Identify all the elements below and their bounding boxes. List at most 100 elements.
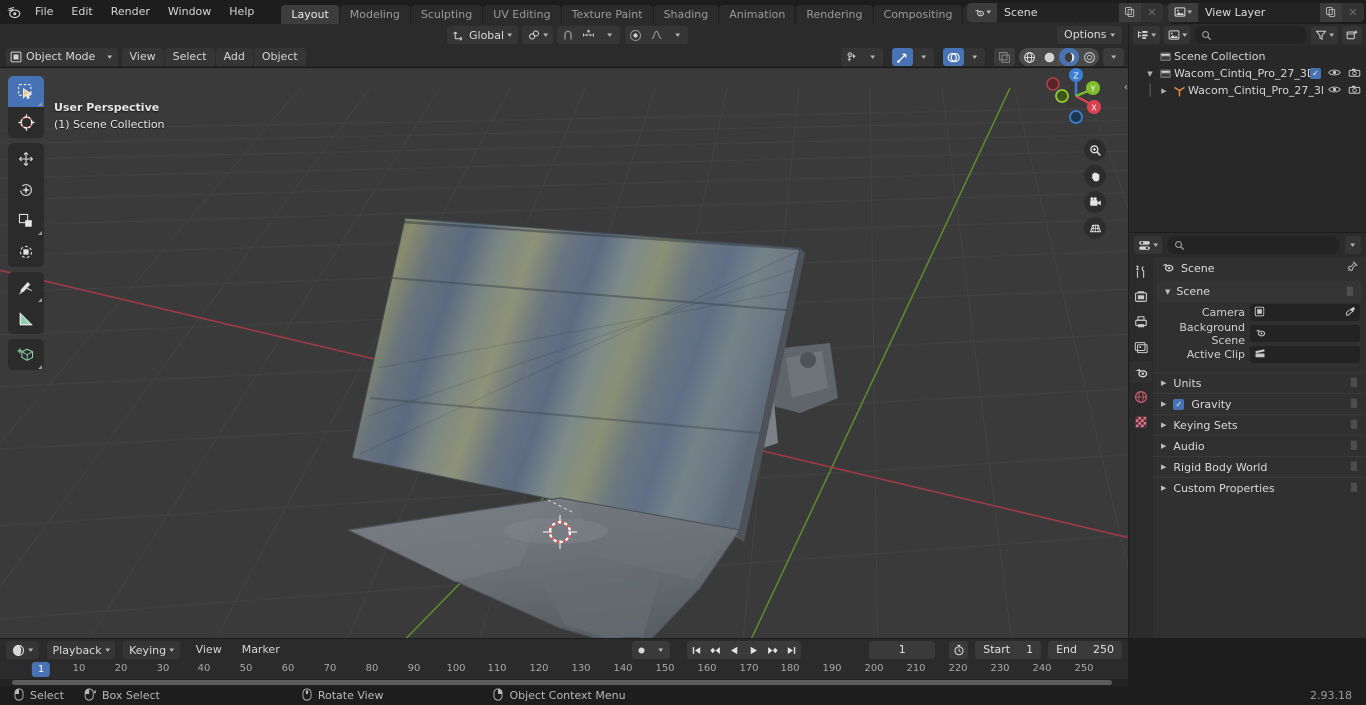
jump-prev-keyframe-icon[interactable] xyxy=(706,641,725,659)
zoom-icon[interactable] xyxy=(1084,139,1106,161)
workspace-tab-uv-editing[interactable]: UV Editing xyxy=(483,5,561,24)
falloff-dropdown[interactable]: ▾ xyxy=(667,26,688,44)
viewlayer-browse-icon[interactable]: ▾ xyxy=(1168,2,1198,22)
view-layer-unlink-button[interactable]: ✕ xyxy=(1342,2,1364,22)
timeline-ruler[interactable]: 1 10 20 30 40 50 60 70 80 90 100 110 120… xyxy=(0,661,1128,681)
tool-measure[interactable] xyxy=(8,303,44,334)
tool-scale[interactable] xyxy=(8,205,44,236)
eyedropper-icon[interactable] xyxy=(1345,306,1356,320)
blender-logo-icon[interactable] xyxy=(0,0,26,24)
scene-selector[interactable]: ▾ Scene ✕ xyxy=(967,2,1163,22)
frame-start-field[interactable]: Start 1 xyxy=(975,641,1042,659)
tool-transform[interactable] xyxy=(8,236,44,267)
scene-new-button[interactable] xyxy=(1119,2,1141,22)
collection-checkbox[interactable]: ✓ xyxy=(1310,68,1321,79)
workspace-tab-sculpting[interactable]: Sculpting xyxy=(410,5,483,24)
timeline-menu-playback[interactable]: Playback ▾ xyxy=(46,641,116,659)
shading-dropdown[interactable]: ▾ xyxy=(1103,48,1124,66)
timeline-editor[interactable]: ▾ Playback ▾ Keying ▾ View Marker ▾ 1 St… xyxy=(0,639,1128,686)
snap-increment-icon[interactable] xyxy=(578,26,599,44)
panel-header-scene[interactable]: ▼ Scene ▒ xyxy=(1157,281,1362,302)
timeline-scrollbar-thumb[interactable] xyxy=(12,680,1112,685)
tool-cursor[interactable] xyxy=(8,107,44,138)
scene-unlink-button[interactable]: ✕ xyxy=(1141,2,1163,22)
play-icon[interactable] xyxy=(744,641,763,659)
viewport-menu-add[interactable]: Add xyxy=(215,47,253,66)
properties-tab-tool[interactable] xyxy=(1130,261,1152,283)
viewport-menu-object[interactable]: Object xyxy=(253,47,306,66)
gizmo-dropdown[interactable]: ▾ xyxy=(913,48,934,66)
properties-options-dropdown[interactable]: ▾ xyxy=(1345,236,1361,254)
viewport-menu-select[interactable]: Select xyxy=(164,47,215,66)
properties-tab-output[interactable] xyxy=(1130,311,1152,333)
render-visibility-camera-icon[interactable] xyxy=(1348,67,1361,81)
properties-editor[interactable]: ▾ ▾ Scene ▼ Scene ▒ Camera Background Sc… xyxy=(1129,233,1366,638)
jump-next-keyframe-icon[interactable] xyxy=(763,641,782,659)
workspace-tab-rendering[interactable]: Rendering xyxy=(796,5,873,24)
overlays-dropdown[interactable]: ▾ xyxy=(964,48,985,66)
solid-shading-icon[interactable] xyxy=(1039,48,1059,66)
active-clip-field[interactable] xyxy=(1250,346,1360,363)
outliner-row-collection-wacom[interactable]: ▼ Wacom_Cintiq_Pro_27_3D_Pr ✓ xyxy=(1129,65,1366,82)
background-scene-field[interactable] xyxy=(1250,325,1360,342)
render-visibility-camera-icon[interactable] xyxy=(1348,84,1361,98)
outliner-display-mode-icon[interactable]: ▾ xyxy=(1133,26,1160,44)
properties-editor-icon[interactable]: ▾ xyxy=(1134,236,1162,254)
panel-audio[interactable]: ▶ Audio ▒ xyxy=(1153,435,1366,456)
tool-move[interactable] xyxy=(8,143,44,174)
timeline-menu-view[interactable]: View xyxy=(188,641,230,659)
camera-field[interactable] xyxy=(1250,304,1360,321)
proportional-edit-icon[interactable] xyxy=(625,26,646,44)
new-collection-icon[interactable] xyxy=(1342,26,1362,44)
play-reverse-icon[interactable] xyxy=(725,641,744,659)
properties-tab-scene[interactable] xyxy=(1130,361,1152,383)
material-preview-icon[interactable] xyxy=(1059,48,1079,66)
tool-add-cube[interactable] xyxy=(8,339,44,370)
interaction-mode-dropdown[interactable]: Object Mode ▾ xyxy=(6,47,118,66)
object-types-visibility-icon[interactable] xyxy=(841,48,862,66)
camera-view-icon[interactable] xyxy=(1084,191,1106,213)
ortho-persp-toggle-icon[interactable] xyxy=(1084,217,1106,239)
eye-visibility-icon[interactable] xyxy=(1328,67,1341,81)
navigation-gizmo[interactable]: Z X Y xyxy=(1044,64,1108,128)
menu-file[interactable]: File xyxy=(26,2,62,22)
properties-tab-render[interactable] xyxy=(1130,286,1152,308)
record-dot-icon[interactable] xyxy=(632,641,651,659)
menu-render[interactable]: Render xyxy=(102,2,159,22)
menu-edit[interactable]: Edit xyxy=(62,2,101,22)
panel-units[interactable]: ▶ Units ▒ xyxy=(1153,372,1366,393)
view-layer-selector[interactable]: ▾ View Layer ✕ xyxy=(1168,2,1364,22)
timeline-scrollbar[interactable] xyxy=(0,679,1128,686)
workspace-tab-layout[interactable]: Layout xyxy=(281,5,339,24)
timeline-menu-marker[interactable]: Marker xyxy=(234,641,288,659)
sidebar-collapse-arrow-icon[interactable]: ‹ xyxy=(1124,82,1128,93)
overlays-icon[interactable] xyxy=(943,48,964,66)
view-layer-new-button[interactable] xyxy=(1320,2,1342,22)
workspace-tab-shading[interactable]: Shading xyxy=(653,5,719,24)
eye-visibility-icon[interactable] xyxy=(1328,84,1341,98)
tool-tweak-select[interactable] xyxy=(8,76,44,107)
panel-rigid-body-world[interactable]: ▶ Rigid Body World ▒ xyxy=(1153,456,1366,477)
funnel-filter-icon[interactable]: ▾ xyxy=(1311,26,1338,44)
workspace-tab-texture-paint[interactable]: Texture Paint xyxy=(561,5,653,24)
scene-browse-icon[interactable]: ▾ xyxy=(967,2,997,22)
panel-custom-properties[interactable]: ▶ Custom Properties ▒ xyxy=(1153,477,1366,498)
stopwatch-icon[interactable] xyxy=(949,641,969,659)
viewport-menu-view[interactable]: View xyxy=(121,47,164,66)
transform-orientation-dropdown[interactable]: Global ▾ xyxy=(447,26,518,44)
outliner-row-object-wacom[interactable]: │ ▶ Wacom_Cintiq_Pro_27_3l xyxy=(1129,82,1366,99)
snap-pivot-dropdown[interactable]: ▾ xyxy=(521,26,554,44)
tool-annotate[interactable] xyxy=(8,272,44,303)
panel-keying-sets[interactable]: ▶ Keying Sets ▒ xyxy=(1153,414,1366,435)
viewport-options-dropdown[interactable]: Options ▾ xyxy=(1057,26,1122,44)
3d-viewport[interactable]: User Perspective (1) Scene Collection Gl… xyxy=(0,24,1128,638)
workspace-tab-modeling[interactable]: Modeling xyxy=(339,5,410,24)
expand-triangle-icon[interactable]: ▶ xyxy=(1157,87,1171,95)
tool-rotate[interactable] xyxy=(8,174,44,205)
outliner-row-scene-collection[interactable]: Scene Collection xyxy=(1129,48,1366,65)
gizmo-icon[interactable] xyxy=(892,48,913,66)
jump-to-end-icon[interactable] xyxy=(782,641,801,659)
outliner-search-input[interactable] xyxy=(1194,26,1308,44)
timeline-editor-icon[interactable]: ▾ xyxy=(6,641,39,659)
pin-icon[interactable] xyxy=(1346,260,1358,276)
